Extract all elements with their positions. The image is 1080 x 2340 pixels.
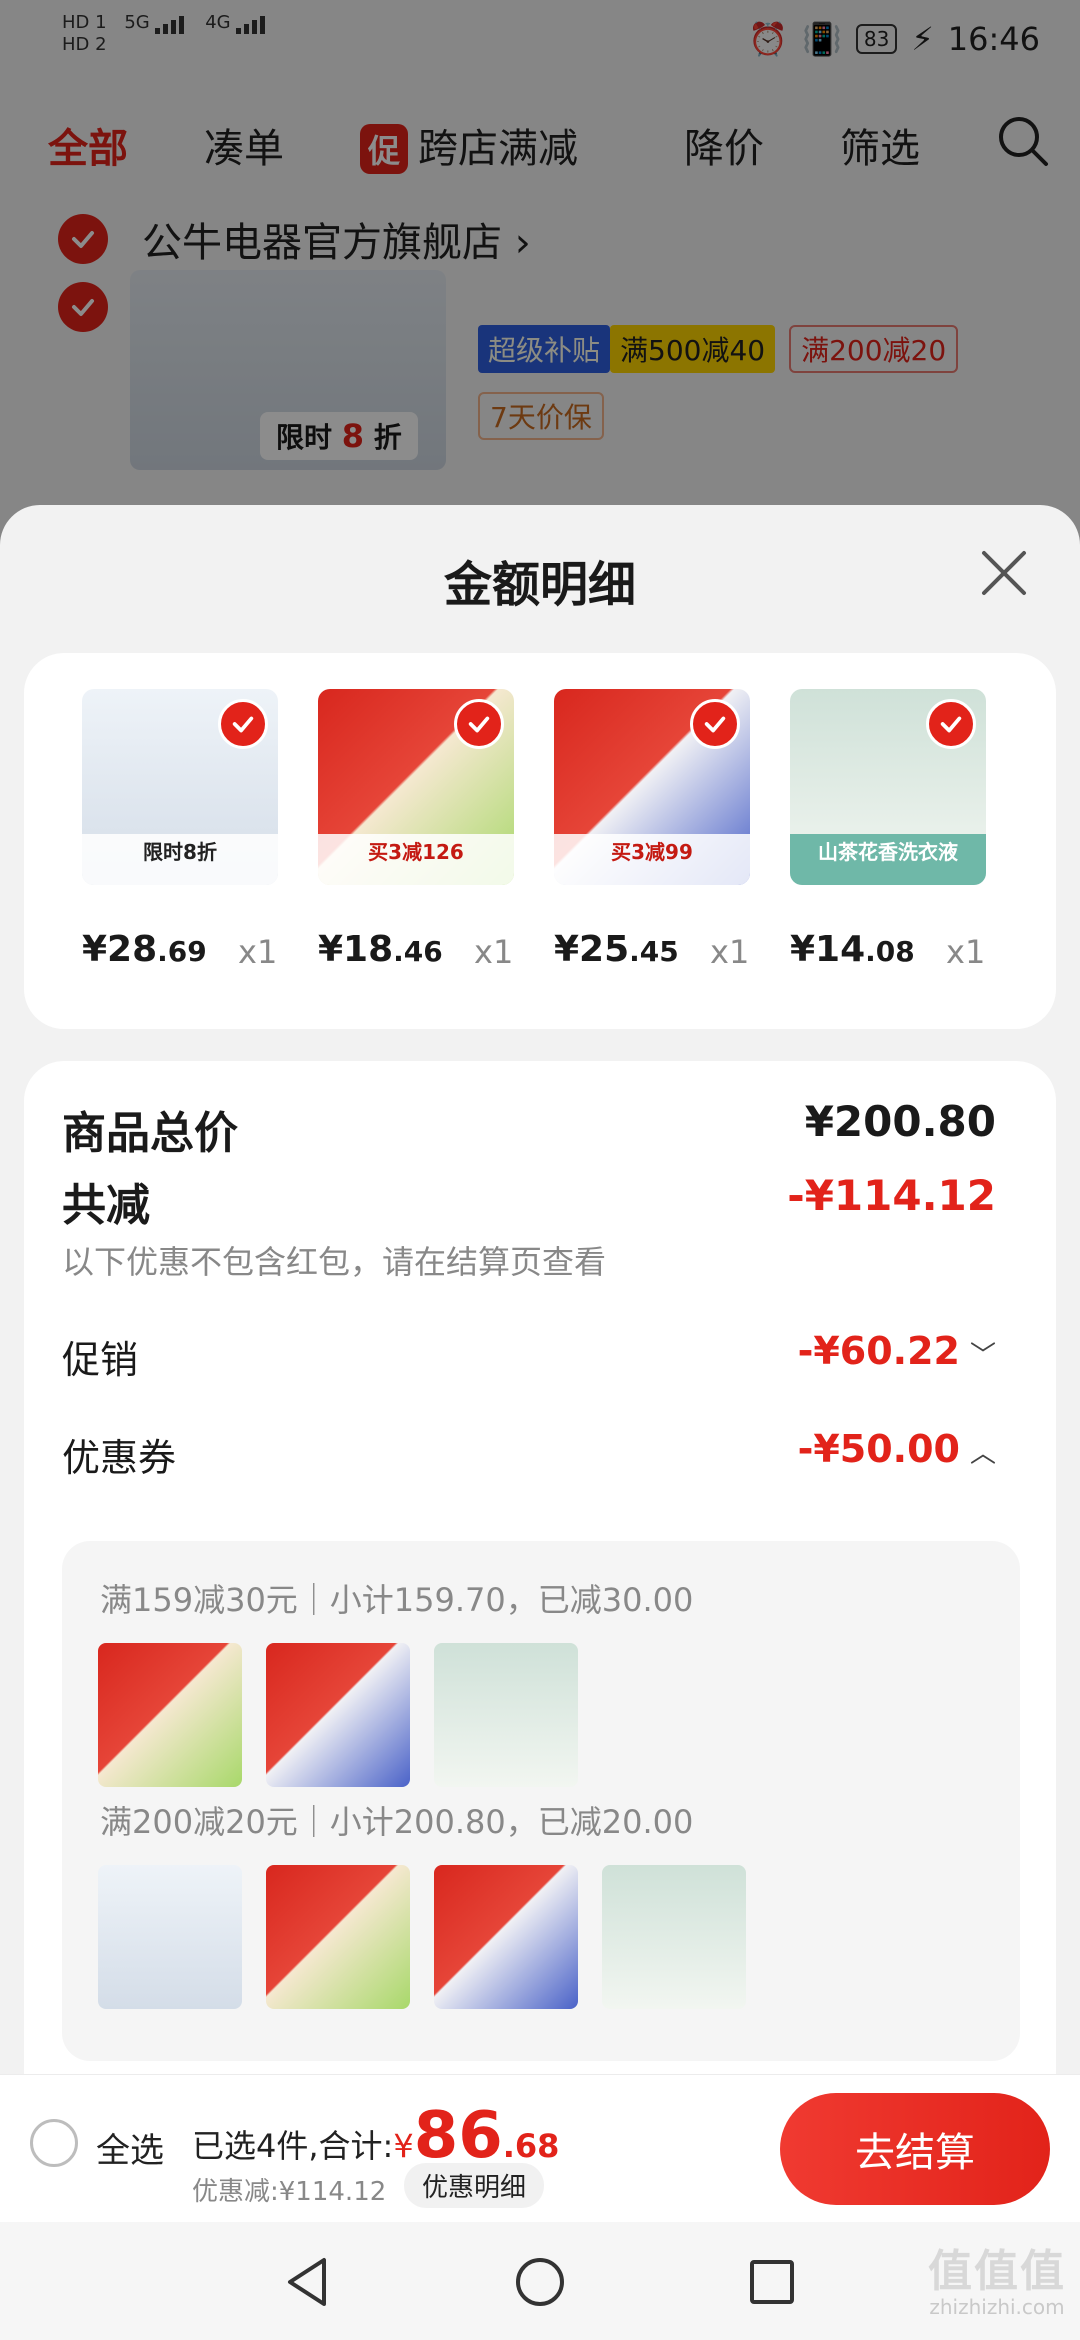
coupon-item-socket	[98, 1865, 242, 2009]
watermark-logo: 值值值 zhizhizhi.com	[928, 2245, 1066, 2319]
coupon-value: -¥50.00	[797, 1427, 960, 1471]
checked-icon	[926, 699, 976, 749]
coupon-label: 优惠券	[62, 1436, 177, 1480]
amount-breakdown-card: 商品总价 ¥200.80 共减 -¥114.12 以下优惠不包含红包，请在结算页…	[24, 1061, 1056, 2225]
item-price: ¥28.69	[82, 929, 207, 970]
item-image-label: 买3减126	[318, 834, 514, 885]
coupon-item-tissue	[266, 1865, 410, 2009]
coupon-item-roll-paper	[266, 1643, 410, 1787]
checked-icon	[690, 699, 740, 749]
close-icon[interactable]	[976, 545, 1032, 601]
selected-total: 已选4件,合计:¥86.68	[192, 2099, 560, 2173]
item-thumbnail-socket[interactable]: 限时8折	[82, 689, 278, 885]
item-price: ¥25.45	[554, 929, 679, 970]
promotion-value: -¥60.22	[797, 1329, 960, 1373]
checkout-button[interactable]: 去结算	[780, 2093, 1050, 2205]
item-price: ¥18.46	[318, 929, 443, 970]
promotion-row[interactable]: -¥60.22 ﹀	[798, 1329, 996, 1373]
coupon-item-tissue	[98, 1643, 242, 1787]
coupon-item-laundry	[602, 1865, 746, 2009]
total-reduction-value: -¥114.12	[787, 1171, 996, 1220]
chevron-down-icon: ﹀	[969, 1341, 996, 1371]
item-image-label: 买3减99	[554, 834, 750, 885]
redpacket-hint: 以下优惠不包含红包，请在结算页查看	[62, 1243, 607, 1281]
coupon-rule-2: 满200减20元｜小计200.80，已减20.00	[100, 1803, 694, 1841]
item-thumbnail-roll-paper[interactable]: 买3减99	[554, 689, 750, 885]
item-thumbnail-laundry[interactable]: 山茶花香洗衣液	[790, 689, 986, 885]
discount-summary: 优惠减:¥114.12	[192, 2177, 387, 2207]
cart-background: HD 1 5G 4G HD 2 ⏰ 📳 83 ⚡ 16:46 全部 凑单 促跨店…	[0, 0, 1080, 560]
item-qty: x1	[474, 933, 514, 971]
select-all-label[interactable]: 全选	[96, 2123, 164, 2172]
checked-icon	[218, 699, 268, 749]
coupon-item-laundry	[434, 1643, 578, 1787]
select-all-radio[interactable]	[30, 2119, 78, 2167]
item-price: ¥14.08	[790, 929, 915, 970]
promotion-label: 促销	[62, 1338, 139, 1382]
total-price-label: 商品总价	[62, 1108, 238, 1159]
back-icon[interactable]	[278, 2252, 338, 2312]
dim-overlay[interactable]	[0, 0, 1080, 560]
amount-detail-sheet: 金额明细 限时8折 买3减126 买3减99 山茶花香洗衣液 ¥28.69 x1…	[0, 505, 1080, 2225]
chevron-up-icon: ︿	[969, 1439, 996, 1469]
checkout-bar: 全选 已选4件,合计:¥86.68 优惠减:¥114.12 优惠明细 去结算	[0, 2074, 1080, 2222]
selected-items-card: 限时8折 买3减126 买3减99 山茶花香洗衣液 ¥28.69 x1 ¥18.…	[24, 653, 1056, 1029]
system-nav-bar: 值值值 zhizhizhi.com	[0, 2222, 1080, 2340]
coupon-rule-1: 满159减30元｜小计159.70，已减30.00	[100, 1581, 694, 1619]
item-thumbnail-tissue[interactable]: 买3减126	[318, 689, 514, 885]
total-price-value: ¥200.80	[804, 1097, 996, 1146]
home-icon[interactable]	[510, 2252, 570, 2312]
item-qty: x1	[946, 933, 986, 971]
checked-icon	[454, 699, 504, 749]
item-image-label: 限时8折	[82, 834, 278, 885]
total-reduction-label: 共减	[62, 1180, 150, 1231]
item-image-label: 山茶花香洗衣液	[790, 834, 986, 885]
coupon-row[interactable]: -¥50.00 ︿	[798, 1427, 996, 1471]
item-qty: x1	[238, 933, 278, 971]
recents-icon[interactable]	[742, 2252, 802, 2312]
discount-detail-button[interactable]: 优惠明细	[404, 2163, 545, 2208]
sheet-title: 金额明细	[443, 557, 636, 613]
coupon-details-box: 满159减30元｜小计159.70，已减30.00 满200减20元｜小计200…	[62, 1541, 1020, 2061]
item-qty: x1	[710, 933, 750, 971]
coupon-item-roll-paper	[434, 1865, 578, 2009]
